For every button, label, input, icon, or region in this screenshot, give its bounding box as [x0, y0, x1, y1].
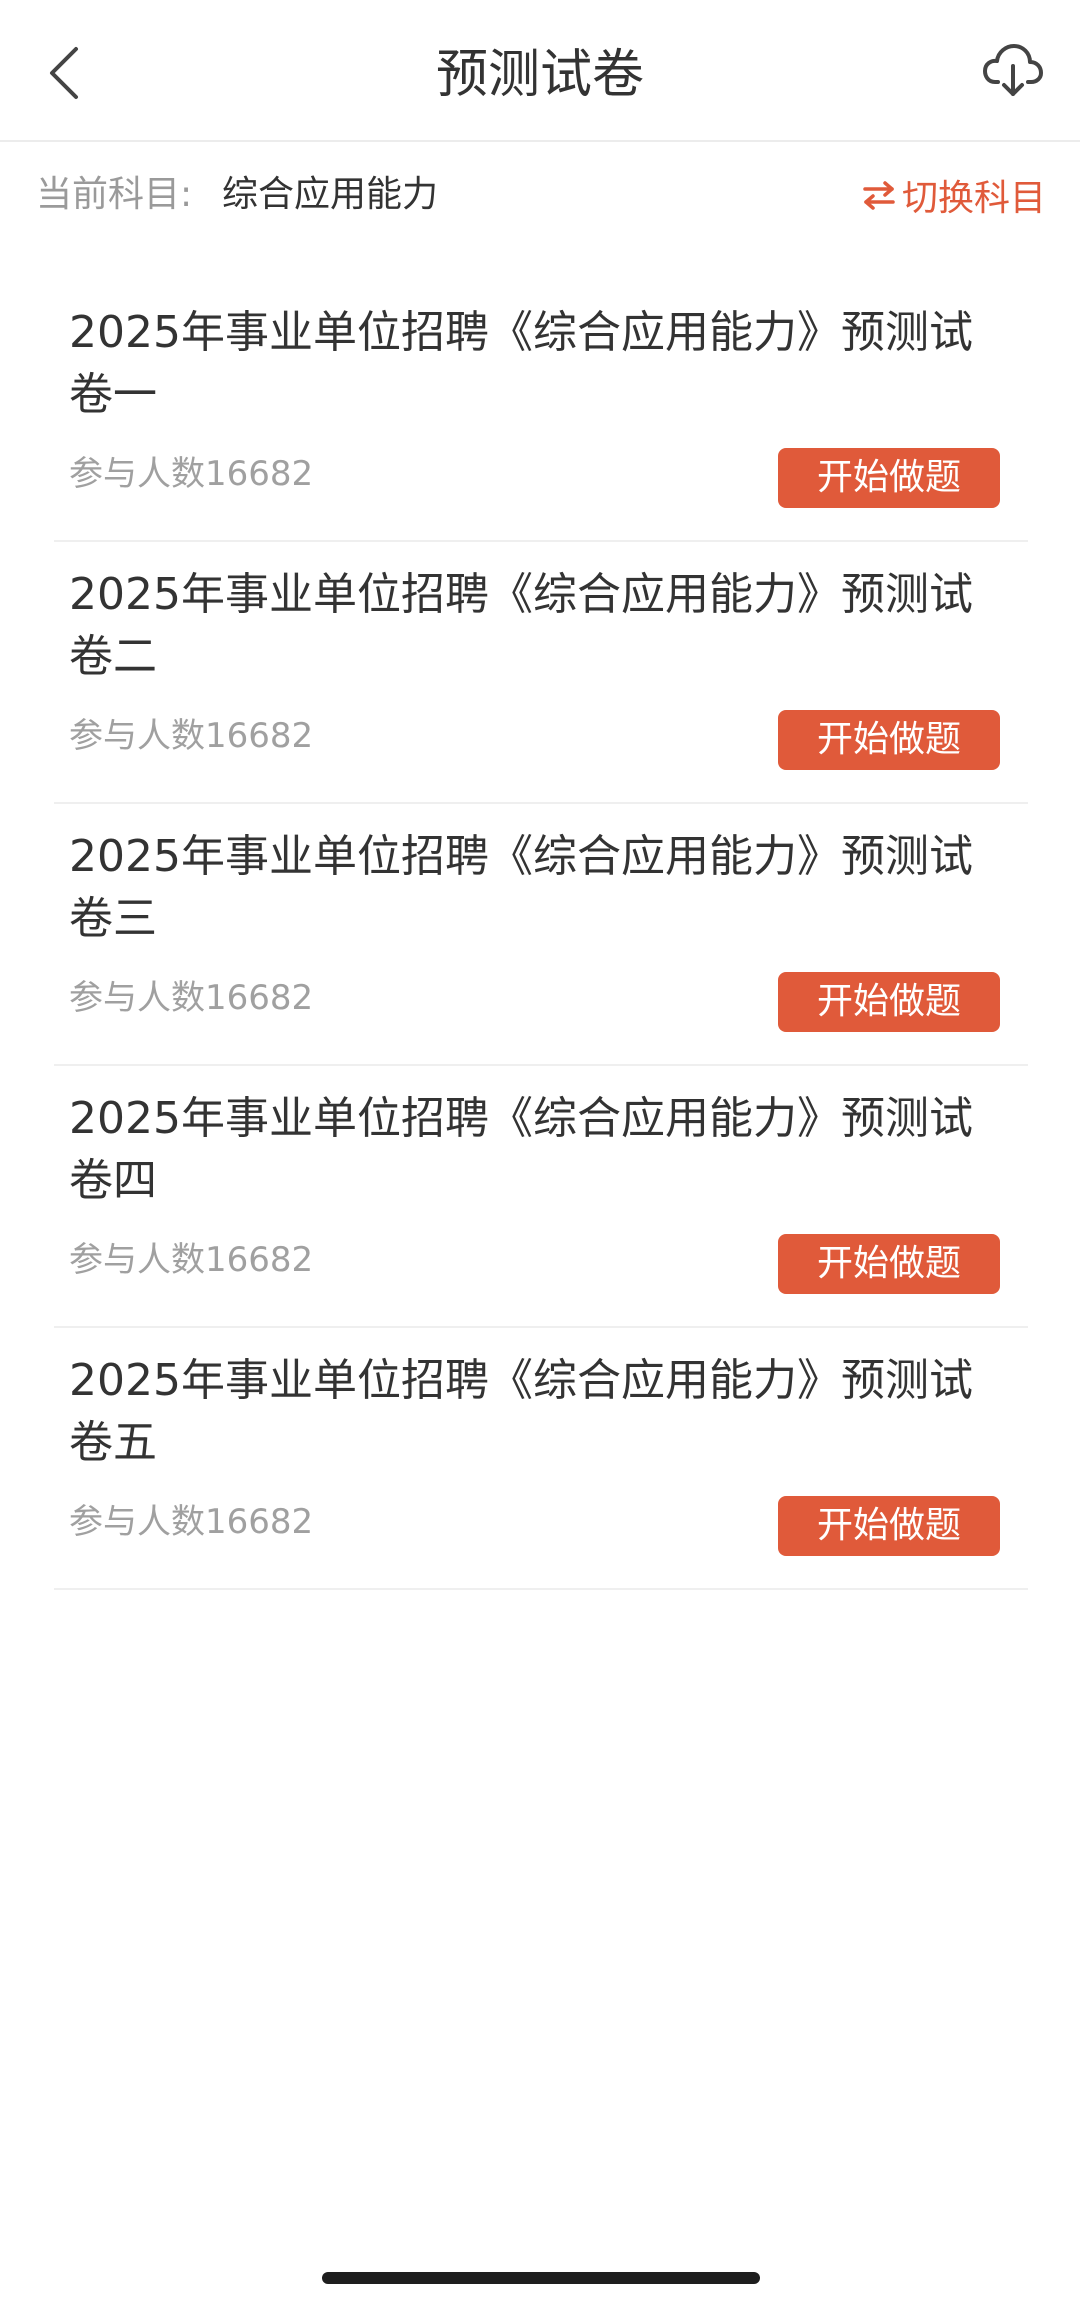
paper-title: 2025年事业单位招聘《综合应用能力》预测试卷四: [69, 1093, 973, 1206]
list-item[interactable]: 2025年事业单位招聘《综合应用能力》预测试卷二 参与人数16682 开始做题: [54, 542, 1028, 804]
participant-count: 参与人数16682: [69, 716, 314, 756]
current-subject: 综合应用能力: [222, 174, 439, 215]
paper-list: 2025年事业单位招聘《综合应用能力》预测试卷一 参与人数16682 开始做题 …: [54, 280, 1028, 1590]
list-item[interactable]: 2025年事业单位招聘《综合应用能力》预测试卷五 参与人数16682 开始做题: [54, 1328, 1028, 1590]
list-item[interactable]: 2025年事业单位招聘《综合应用能力》预测试卷四 参与人数16682 开始做题: [54, 1066, 1028, 1328]
list-item[interactable]: 2025年事业单位招聘《综合应用能力》预测试卷一 参与人数16682 开始做题: [54, 280, 1028, 542]
home-indicator[interactable]: [322, 2272, 760, 2284]
subject-label: 当前科目:: [36, 174, 193, 215]
switch-subject-label: 切换科目: [901, 178, 1046, 219]
participant-count: 参与人数16682: [69, 978, 314, 1018]
start-button[interactable]: 开始做题: [778, 1496, 1000, 1556]
paper-title: 2025年事业单位招聘《综合应用能力》预测试卷二: [69, 569, 973, 682]
download-button[interactable]: [978, 36, 1048, 106]
header-bar: 预测试卷: [0, 0, 1080, 142]
switch-subject-button[interactable]: 切换科目: [862, 168, 1046, 222]
cloud-download-icon: [983, 44, 1043, 96]
participant-count: 参与人数16682: [69, 1502, 314, 1542]
subject-bar: 当前科目: 综合应用能力 切换科目: [0, 142, 1080, 248]
list-item[interactable]: 2025年事业单位招聘《综合应用能力》预测试卷三 参与人数16682 开始做题: [54, 804, 1028, 1066]
swap-arrows-icon: [862, 180, 896, 210]
participant-count: 参与人数16682: [69, 454, 314, 494]
start-button[interactable]: 开始做题: [778, 972, 1000, 1032]
start-button[interactable]: 开始做题: [778, 1234, 1000, 1294]
start-button[interactable]: 开始做题: [778, 710, 1000, 770]
participant-count: 参与人数16682: [69, 1240, 314, 1280]
page-title: 预测试卷: [435, 45, 644, 105]
paper-title: 2025年事业单位招聘《综合应用能力》预测试卷一: [69, 307, 973, 420]
start-button[interactable]: 开始做题: [778, 448, 1000, 508]
paper-title: 2025年事业单位招聘《综合应用能力》预测试卷五: [69, 1355, 973, 1468]
paper-title: 2025年事业单位招聘《综合应用能力》预测试卷三: [69, 831, 973, 944]
